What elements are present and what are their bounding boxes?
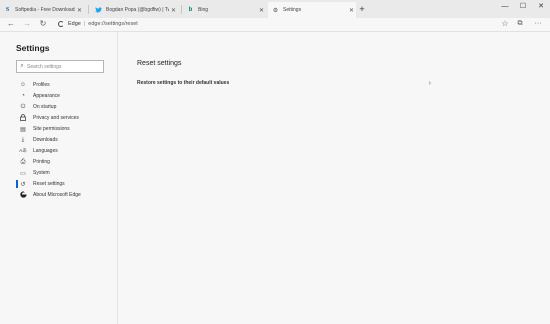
edge-logo-icon	[58, 21, 64, 27]
search-icon: ⌕	[20, 63, 24, 69]
reset-icon: ↺	[20, 181, 26, 188]
close-icon[interactable]: ✕	[257, 7, 266, 14]
tab-divider	[181, 5, 182, 14]
person-icon: ☺	[19, 82, 27, 88]
sidebar-item-site-permissions[interactable]: ▤ Site permissions	[16, 124, 116, 134]
minimize-button[interactable]: —	[496, 0, 514, 14]
tab-strip: S Softpedia - Free Downloads En ✕ Bogdan…	[0, 0, 550, 18]
sidebar-item-label: Reset settings	[33, 181, 65, 187]
url-text: edge://settings/reset	[88, 21, 138, 27]
twitter-icon	[95, 7, 102, 14]
edge-logo-icon	[19, 190, 27, 200]
search-placeholder: Search settings	[27, 63, 62, 70]
refresh-button[interactable]: ↻	[37, 18, 49, 30]
search-settings-input[interactable]: ⌕ Search settings	[16, 60, 104, 73]
favorite-star-icon[interactable]: ☆	[499, 18, 511, 30]
tab-divider	[88, 5, 89, 14]
sidebar-item-label: Privacy and services	[33, 115, 79, 121]
back-button[interactable]: ←	[5, 18, 17, 30]
system-icon: ▭	[20, 170, 26, 177]
sidebar-item-downloads[interactable]: ⤓ Downloads	[16, 135, 116, 145]
sidebar-item-label: Languages	[33, 148, 58, 154]
bing-icon: b	[188, 7, 193, 13]
tab-title: Settings	[283, 7, 302, 13]
power-icon: ⏻	[20, 103, 26, 110]
chevron-right-icon: ›	[428, 79, 431, 87]
sidebar-item-profiles[interactable]: ☺ Profiles	[16, 80, 116, 90]
forward-button[interactable]: →	[21, 18, 33, 30]
tab-bing[interactable]: b Bing ✕	[183, 2, 266, 18]
close-icon[interactable]: ✕	[169, 7, 178, 14]
gear-icon: ⚙	[272, 7, 279, 14]
new-tab-button[interactable]: +	[357, 3, 367, 15]
printer-icon: ⎙	[20, 158, 26, 165]
tab-title: Bogdan Popa (@bgdftw) | Twitt	[106, 7, 169, 13]
close-icon[interactable]: ✕	[75, 7, 84, 14]
tab-title: Bing	[198, 7, 209, 13]
sidebar-item-label: Profiles	[33, 82, 50, 88]
tab-settings[interactable]: ⚙ Settings ✕	[268, 2, 356, 18]
permissions-icon: ▤	[20, 126, 26, 133]
share-icon[interactable]: ⧉	[514, 18, 526, 30]
maximize-button[interactable]: ☐	[514, 0, 532, 14]
sidebar-item-label: Appearance	[33, 93, 60, 99]
sidebar-item-label: Site permissions	[33, 126, 70, 132]
tab-twitter[interactable]: Bogdan Popa (@bgdftw) | Twitt ✕	[91, 2, 178, 18]
close-icon[interactable]: ✕	[347, 7, 356, 14]
close-window-button[interactable]: ✕	[532, 0, 550, 14]
sidebar-item-label: System	[33, 170, 50, 176]
download-icon: ⤓	[21, 136, 25, 143]
sidebar-item-appearance[interactable]: ◔ Appearance	[16, 91, 116, 101]
sidebar-item-label: On startup	[33, 104, 57, 110]
address-separator: |	[83, 21, 86, 27]
sidebar-title: Settings	[16, 43, 50, 53]
more-menu-icon[interactable]: ···	[532, 18, 544, 30]
page-title: Reset settings	[137, 60, 182, 67]
sidebar-item-about[interactable]: About Microsoft Edge	[16, 190, 116, 200]
address-field[interactable]: Edge | edge://settings/reset	[68, 18, 138, 30]
sidebar-item-label: About Microsoft Edge	[33, 192, 81, 198]
sidebar-item-reset-settings[interactable]: ↺ Reset settings	[16, 179, 116, 189]
softpedia-icon: S	[5, 7, 10, 13]
languages-icon: Aあ	[19, 148, 27, 153]
address-bar-row: ← → ↻ Edge | edge://settings/reset ☆ ⧉ ···	[0, 18, 550, 31]
sidebar-item-printing[interactable]: ⎙ Printing	[16, 157, 116, 167]
tab-title: Softpedia - Free Downloads En	[15, 7, 75, 13]
settings-sidebar: Settings ⌕ Search settings ☺ Profiles ◔ …	[0, 32, 118, 324]
sidebar-item-system[interactable]: ▭ System	[16, 168, 116, 178]
sidebar-item-label: Downloads	[33, 137, 58, 143]
sidebar-item-languages[interactable]: Aあ Languages	[16, 146, 116, 156]
lock-icon	[19, 113, 27, 123]
palette-icon: ◔	[21, 93, 25, 99]
settings-content: Reset settings Restore settings to their…	[118, 32, 550, 324]
tab-softpedia[interactable]: S Softpedia - Free Downloads En ✕	[0, 2, 84, 18]
sidebar-item-privacy[interactable]: Privacy and services	[16, 113, 116, 123]
address-brand: Edge	[68, 21, 81, 27]
sidebar-item-label: Printing	[33, 159, 50, 165]
sidebar-item-on-startup[interactable]: ⏻ On startup	[16, 102, 116, 112]
restore-defaults-row[interactable]: Restore settings to their default values…	[137, 78, 431, 88]
restore-defaults-label: Restore settings to their default values	[137, 80, 230, 86]
